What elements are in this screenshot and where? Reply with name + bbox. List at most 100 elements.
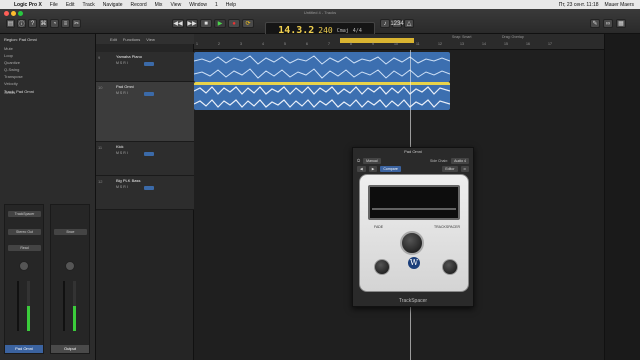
mixer-icon[interactable]: ≡ bbox=[61, 19, 70, 28]
track-buttons[interactable]: M S R I bbox=[116, 61, 128, 65]
track-buttons[interactable]: M S R I bbox=[116, 151, 128, 155]
record-icon[interactable]: ● bbox=[228, 19, 240, 28]
snap-setting[interactable]: Snap: Smart bbox=[452, 35, 471, 39]
ruler-bar: 4 bbox=[262, 42, 264, 46]
lcd-key[interactable]: Cmaj bbox=[337, 28, 349, 34]
menu-one[interactable]: 1 bbox=[215, 2, 218, 8]
sidechain-select[interactable]: Audio 4 bbox=[451, 157, 469, 164]
menu-app[interactable]: Logic Pro X bbox=[14, 2, 42, 8]
track-number: 11 bbox=[98, 145, 103, 150]
inspector-row-mute[interactable]: Mute bbox=[4, 46, 13, 51]
track-volume[interactable] bbox=[144, 152, 154, 156]
menu-file[interactable]: File bbox=[50, 2, 58, 8]
audio-region[interactable] bbox=[194, 82, 450, 110]
amount-knob[interactable] bbox=[400, 231, 424, 255]
low-pass-knob[interactable] bbox=[374, 259, 390, 275]
loops-icon[interactable]: ∞ bbox=[603, 19, 613, 28]
editors-icon[interactable]: ✂ bbox=[72, 19, 81, 28]
zoom-window-icon[interactable] bbox=[18, 11, 23, 16]
compare-button[interactable]: Compare bbox=[380, 165, 401, 172]
high-pass-knob[interactable] bbox=[442, 259, 458, 275]
plugin-window[interactable]: Pad Omni ⏻ Manual Side Chain: Audio 4 ◀ … bbox=[352, 147, 474, 307]
track-buttons[interactable]: M S R I bbox=[116, 185, 128, 189]
ruler-bar: 11 bbox=[416, 42, 420, 46]
volume-fader[interactable] bbox=[17, 281, 19, 331]
ruler[interactable]: 1 2 3 4 5 6 7 8 9 10 11 12 13 14 15 16 1… bbox=[194, 34, 604, 50]
preset-menu[interactable]: Manual bbox=[363, 157, 381, 164]
track-name[interactable]: Big PLK Bass bbox=[116, 178, 140, 183]
plugin-slot-trackspacer[interactable]: TrackSpacer bbox=[8, 211, 41, 217]
prev-preset-icon[interactable]: ◀ bbox=[357, 165, 366, 172]
tuner-icon[interactable]: ♪ bbox=[380, 19, 390, 28]
menu-view[interactable]: View bbox=[170, 2, 181, 8]
rewind-icon[interactable]: ◀◀ bbox=[172, 19, 184, 28]
library-icon[interactable]: ▤ bbox=[6, 19, 15, 28]
tracks-edit-menu[interactable]: Edit bbox=[110, 37, 117, 42]
smart-controls-icon[interactable]: ◔ bbox=[50, 19, 59, 28]
spectrum-display[interactable] bbox=[368, 185, 460, 220]
count-in-icon[interactable]: 1234 bbox=[390, 19, 404, 28]
drag-setting[interactable]: Drag: Overlap bbox=[502, 35, 524, 39]
output-pan-knob[interactable] bbox=[65, 261, 75, 271]
track-label[interactable]: Track: Pad Omni bbox=[4, 89, 34, 94]
menu-window[interactable]: Window bbox=[189, 2, 207, 8]
browsers-icon[interactable]: ▦ bbox=[616, 19, 626, 28]
menu-track[interactable]: Track bbox=[82, 2, 94, 8]
play-icon[interactable]: ▶ bbox=[214, 19, 226, 28]
strip-name[interactable]: Pad Omni bbox=[5, 345, 43, 353]
lcd-signature[interactable]: 4/4 bbox=[353, 28, 362, 34]
link-icon[interactable]: ∞ bbox=[460, 165, 469, 172]
quick-help-icon[interactable]: ? bbox=[28, 19, 37, 28]
next-preset-icon[interactable]: ▶ bbox=[368, 165, 378, 172]
bounce-button[interactable]: Bnce bbox=[54, 229, 87, 235]
inspector-icon[interactable]: ⓘ bbox=[17, 19, 26, 28]
output-volume-fader[interactable] bbox=[63, 281, 65, 331]
menu-edit[interactable]: Edit bbox=[66, 2, 75, 8]
editor-select[interactable]: Editor bbox=[442, 165, 458, 172]
track-buttons[interactable]: M S R I bbox=[116, 91, 128, 95]
metronome-icon[interactable]: △ bbox=[404, 19, 414, 28]
track-header[interactable]: 12 Big PLK Bass M S R I bbox=[96, 176, 194, 210]
track-volume[interactable] bbox=[144, 186, 154, 190]
inspector-row-loop[interactable]: Loop bbox=[4, 53, 13, 58]
menu-record[interactable]: Record bbox=[131, 2, 147, 8]
track-header[interactable]: 9 Yamaha Piano M S R I bbox=[96, 52, 194, 82]
menubar-clock[interactable]: Пт, 23 сент. 11:18 bbox=[559, 2, 599, 8]
wavesfactory-logo: W bbox=[408, 257, 420, 269]
menu-navigate[interactable]: Navigate bbox=[103, 2, 123, 8]
menu-help[interactable]: Help bbox=[226, 2, 236, 8]
ruler-bar: 7 bbox=[328, 42, 330, 46]
tracks-view-menu[interactable]: View bbox=[146, 37, 155, 42]
output-strip-name[interactable]: Output bbox=[51, 345, 89, 353]
inspector-row-quantize[interactable]: Quantize bbox=[4, 60, 20, 65]
menu-mix[interactable]: Mix bbox=[155, 2, 163, 8]
menubar-user[interactable]: Mauer Maers bbox=[605, 2, 634, 8]
minimize-window-icon[interactable] bbox=[11, 11, 16, 16]
region-label[interactable]: Region: Pad Omni bbox=[4, 37, 37, 42]
track-name[interactable]: Kick bbox=[116, 144, 124, 149]
toolbar-icon[interactable]: ⌘ bbox=[39, 19, 48, 28]
automation-mode[interactable]: Read bbox=[8, 245, 41, 251]
track-header[interactable]: 11 Kick M S R I bbox=[96, 142, 194, 176]
track-header[interactable]: 10 Pad Omni M S R I bbox=[96, 82, 194, 142]
cycle-icon[interactable]: ⟳ bbox=[242, 19, 254, 28]
track-name[interactable]: Pad Omni bbox=[116, 84, 134, 89]
notepad-icon[interactable]: ✎ bbox=[590, 19, 600, 28]
inspector-row-velocity[interactable]: Velocity bbox=[4, 81, 18, 86]
window-controls bbox=[4, 11, 23, 16]
tracks-functions-menu[interactable]: Functions bbox=[123, 37, 140, 42]
pan-knob[interactable] bbox=[19, 261, 29, 271]
plugin-toolbar: ◀ ▶ Compare Editor ∞ bbox=[357, 165, 469, 172]
track-volume[interactable] bbox=[144, 62, 154, 66]
fast-forward-icon[interactable]: ▶▶ bbox=[186, 19, 198, 28]
output-slot[interactable]: Stereo Out bbox=[8, 229, 41, 235]
stop-icon[interactable]: ■ bbox=[200, 19, 212, 28]
close-window-icon[interactable] bbox=[4, 11, 9, 16]
power-icon[interactable]: ⏻ bbox=[357, 158, 360, 163]
waveform bbox=[194, 55, 450, 79]
audio-region[interactable] bbox=[194, 52, 450, 82]
track-volume[interactable] bbox=[144, 92, 154, 96]
inspector-row-transpose[interactable]: Transpose bbox=[4, 74, 23, 79]
inspector-row-qswing[interactable]: Q-Swing bbox=[4, 67, 19, 72]
track-name[interactable]: Yamaha Piano bbox=[116, 54, 142, 59]
